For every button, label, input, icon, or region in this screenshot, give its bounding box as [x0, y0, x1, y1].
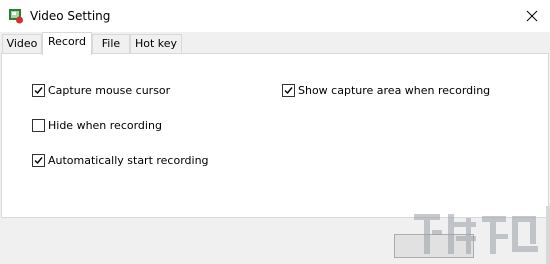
tab-file[interactable]: File — [92, 34, 130, 54]
title-bar: Video Setting — [0, 0, 550, 32]
auto-start-recording-option[interactable]: Automatically start recording — [32, 152, 209, 168]
tab-record-label: Record — [47, 35, 86, 48]
show-capture-area-option[interactable]: Show capture area when recording — [282, 82, 490, 98]
capture-mouse-cursor-checkbox[interactable] — [32, 83, 45, 97]
hide-when-recording-checkbox[interactable] — [32, 118, 45, 132]
auto-start-recording-checkbox[interactable] — [32, 153, 45, 167]
window-edge — [546, 206, 550, 264]
video-setting-app-icon — [8, 8, 24, 24]
capture-mouse-cursor-option[interactable]: Capture mouse cursor — [32, 82, 170, 98]
tab-strip: Video Record File Hot key — [0, 32, 550, 55]
capture-mouse-cursor-label: Capture mouse cursor — [48, 83, 171, 97]
window-title: Video Setting — [30, 9, 111, 23]
record-tab-panel: Capture mouse cursor Show capture area w… — [1, 53, 549, 218]
show-capture-area-checkbox[interactable] — [282, 83, 295, 97]
hide-when-recording-option[interactable]: Hide when recording — [32, 117, 162, 133]
tab-hot-key[interactable]: Hot key — [130, 34, 182, 54]
auto-start-recording-label: Automatically start recording — [48, 153, 209, 167]
tab-video-label: Video — [6, 37, 38, 50]
hide-when-recording-label: Hide when recording — [48, 118, 162, 132]
tab-video[interactable]: Video — [2, 34, 42, 54]
tab-hot-key-label: Hot key — [134, 37, 178, 50]
video-setting-dialog: Video Setting Video Record File Hot key … — [0, 0, 550, 264]
tab-record[interactable]: Record — [42, 32, 92, 55]
watermark-logo — [410, 208, 546, 264]
tab-file-label: File — [101, 37, 121, 50]
show-capture-area-label: Show capture area when recording — [298, 83, 491, 97]
close-icon[interactable] — [522, 6, 542, 26]
